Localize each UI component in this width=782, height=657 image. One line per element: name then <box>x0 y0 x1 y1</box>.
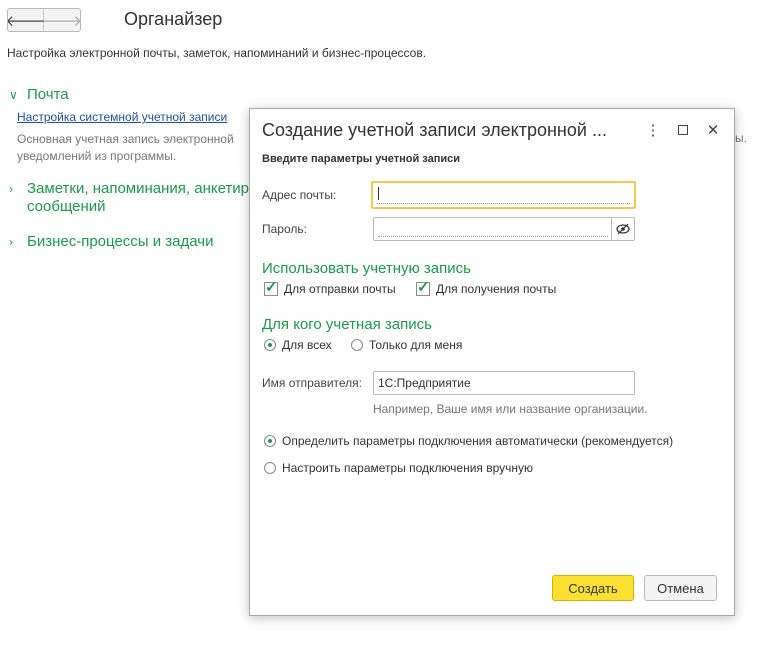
forward-button[interactable]: 🡒 <box>41 9 81 31</box>
radio-for-all[interactable]: Для всех <box>264 338 332 352</box>
arrow-right-icon: 🡒 <box>41 12 81 30</box>
email-field[interactable] <box>371 181 636 209</box>
system-account-link[interactable]: Настройка системной учетной записи <box>17 110 227 124</box>
radio-selected-icon <box>264 435 276 447</box>
receive-mail-checkbox[interactable]: Для получения почты <box>416 278 556 296</box>
section-biz-title: Бизнес-процессы и задачи <box>27 233 214 250</box>
close-icon[interactable]: ✕ <box>702 121 724 139</box>
radio-unselected-icon <box>351 339 363 351</box>
dialog-window-controls: ⋮ ✕ <box>642 121 724 139</box>
chevron-right-icon: › <box>9 182 13 196</box>
checkbox-checked-icon <box>264 278 278 296</box>
sender-hint: Например, Ваше имя или название организа… <box>373 402 648 416</box>
create-button[interactable]: Создать <box>552 575 634 601</box>
send-mail-checkbox[interactable]: Для отправки почты <box>264 278 396 296</box>
password-field[interactable] <box>373 217 635 241</box>
password-label: Пароль: <box>262 222 307 236</box>
radio-selected-icon <box>264 339 276 351</box>
mail-description-tail: ы. <box>735 131 747 145</box>
section-notes-title: Заметки, напоминания, анкетир сообщений <box>27 180 250 215</box>
sender-name-field[interactable]: 1С:Предприятие <box>373 371 635 395</box>
radio-unselected-icon <box>264 462 276 474</box>
section-business-processes[interactable]: › Бизнес-процессы и задачи <box>9 233 213 251</box>
chevron-down-icon: ∨ <box>9 88 18 102</box>
dialog-title: Создание учетной записи электронной ... <box>262 120 607 140</box>
back-button[interactable]: 🡐 <box>7 9 46 31</box>
maximize-icon[interactable] <box>672 121 694 139</box>
radio-auto-connection[interactable]: Определить параметры подключения автомат… <box>264 434 673 448</box>
checkbox-checked-icon <box>416 278 430 296</box>
sender-label: Имя отправителя: <box>262 376 363 390</box>
page-title: Органайзер <box>124 9 223 29</box>
mail-description: Основная учетная запись электронной увед… <box>17 132 234 163</box>
section-mail-title: Почта <box>27 86 69 103</box>
create-account-dialog: Создание учетной записи электронной ... … <box>249 108 735 616</box>
section-mail[interactable]: ∨ Почта <box>9 86 69 104</box>
radio-manual-connection[interactable]: Настроить параметры подключения вручную <box>264 461 533 475</box>
hide-password-icon[interactable] <box>611 218 634 240</box>
cancel-button[interactable]: Отмена <box>644 575 717 601</box>
email-label: Адрес почты: <box>262 188 337 202</box>
section-notes[interactable]: › Заметки, напоминания, анкетир сообщени… <box>9 180 252 216</box>
radio-only-me[interactable]: Только для меня <box>351 338 462 352</box>
chevron-right-icon: › <box>9 235 13 249</box>
nav-buttons: 🡐 🡒 <box>7 8 81 32</box>
page-description: Настройка электронной почты, заметок, на… <box>7 46 427 60</box>
more-menu-icon[interactable]: ⋮ <box>642 121 664 139</box>
dialog-subtitle: Введите параметры учетной записи <box>262 153 461 165</box>
who-heading: Для кого учетная запись <box>262 316 432 333</box>
use-account-heading: Использовать учетную запись <box>262 260 471 277</box>
arrow-left-icon: 🡐 <box>7 12 46 30</box>
